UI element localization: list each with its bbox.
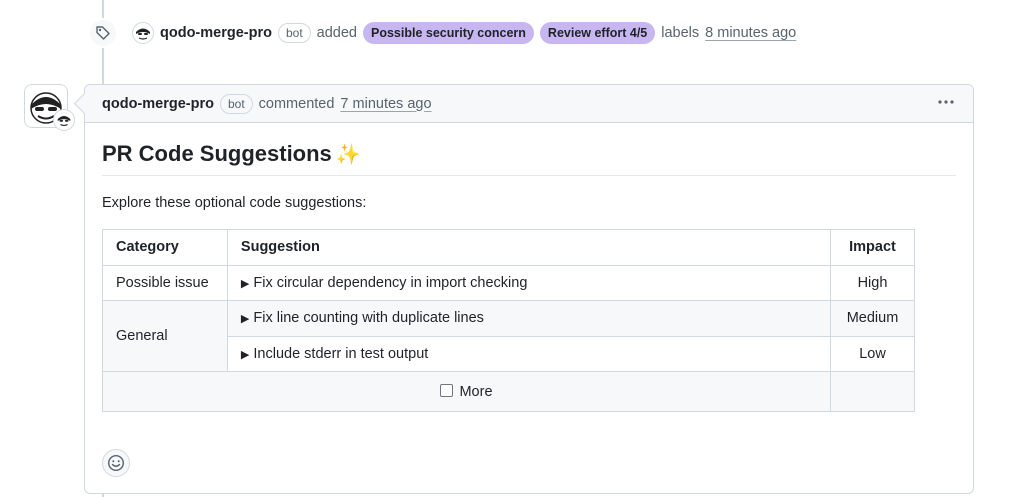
event-time-link[interactable]: 8 minutes ago [705, 25, 796, 41]
table-row: Possible issue ▶ Fix circular dependency … [102, 264, 916, 301]
disclosure-triangle-icon: ▶ [240, 348, 250, 361]
comment-title: PR Code Suggestions ✨ [102, 141, 956, 176]
event-action: added [316, 25, 357, 41]
sparkles-icon: ✨ [335, 143, 361, 166]
header-impact: Impact [829, 229, 916, 266]
suggestion-text: Include stderr in test output [253, 345, 429, 362]
more-toggle[interactable]: More [102, 371, 831, 412]
label-event: qodo-merge-pro bot added Possible securi… [88, 18, 796, 48]
bot-badge: bot [219, 93, 253, 114]
event-suffix: labels [661, 25, 700, 41]
more-label: More [459, 383, 493, 400]
comment-author-link[interactable]: qodo-merge-pro [102, 96, 214, 112]
comment-action: commented [258, 95, 335, 112]
checkbox-icon[interactable] [440, 383, 454, 397]
suggestion-text: Fix circular dependency in import checki… [253, 274, 528, 291]
suggestion-toggle[interactable]: ▶ Fix circular dependency in import check… [226, 264, 831, 301]
suggestion-text: Fix line counting with duplicate lines [253, 310, 484, 327]
suggestion-toggle[interactable]: ▶ Include stderr in test output [226, 335, 831, 372]
label-review-effort[interactable]: Review effort 4/5 [539, 22, 656, 44]
suggestions-table: Category Suggestion Impact Possible issu… [102, 229, 916, 412]
event-author-link[interactable]: qodo-merge-pro [160, 25, 272, 41]
comment-title-text: PR Code Suggestions [102, 141, 332, 166]
label-possible-security-concern[interactable]: Possible security concern [362, 22, 534, 44]
comment-box: qodo-merge-pro bot commented 7 minutes a… [84, 84, 974, 494]
comment-body: PR Code Suggestions ✨ Explore these opti… [85, 123, 973, 412]
bot-badge: bot [277, 23, 311, 43]
comment-time-link[interactable]: 7 minutes ago [340, 96, 431, 112]
disclosure-triangle-icon: ▶ [240, 313, 250, 326]
table-row-more: More [102, 371, 916, 412]
intro-text: Explore these optional code suggestions: [102, 195, 367, 211]
kebab-horizontal-icon[interactable] [937, 93, 955, 116]
bot-mini-avatar [53, 109, 75, 131]
tag-icon [88, 18, 118, 48]
impact-cell: High [829, 264, 916, 301]
avatar[interactable] [132, 22, 154, 44]
header-suggestion: Suggestion [226, 229, 831, 266]
comment-header: qodo-merge-pro bot commented 7 minutes a… [85, 85, 973, 123]
disclosure-triangle-icon: ▶ [240, 277, 250, 290]
smiley-icon[interactable] [102, 449, 130, 477]
impact-cell: Medium [829, 300, 916, 337]
suggestion-toggle[interactable]: ▶ Fix line counting with duplicate lines [226, 300, 831, 337]
comment-avatar[interactable] [24, 84, 75, 131]
category-cell: General [102, 300, 228, 372]
empty-cell [829, 371, 916, 412]
header-category: Category [102, 229, 228, 266]
table-row: General ▶ Fix line counting with duplicat… [102, 300, 916, 372]
impact-cell: Low [829, 335, 916, 372]
category-cell: Possible issue [102, 264, 228, 301]
